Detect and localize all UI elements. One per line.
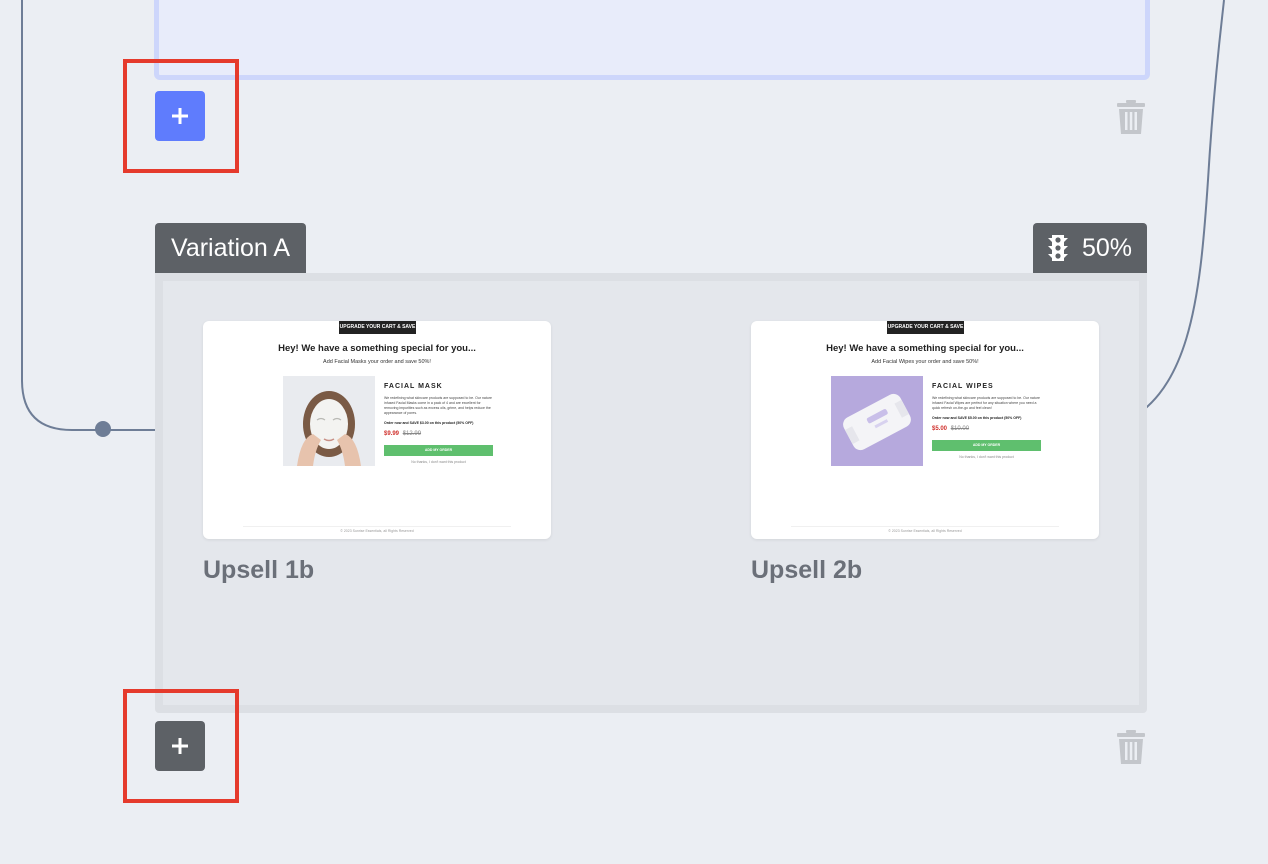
delete-variation-button-top[interactable] xyxy=(1117,100,1145,134)
step-card-upsell-1b[interactable]: UPGRADE YOUR CART & SAVE Hey! We have a … xyxy=(203,321,551,539)
variation-name: Variation A xyxy=(171,234,291,262)
preview-price-now: $9.99 xyxy=(384,431,400,437)
facial-wipes-product-image xyxy=(831,376,923,466)
preview-headline: Hey! We have a something special for you… xyxy=(826,343,1024,354)
connector-node-start xyxy=(95,421,111,437)
preview-product-section: FACIAL WIPES We redefining what skincare… xyxy=(791,376,1059,466)
preview-decline-link: No thanks, I don't want this product xyxy=(959,455,1014,459)
preview-footer: © 2023 Sunrise Essentials, all Rights Re… xyxy=(791,526,1059,539)
preview-subheadline: Add Facial Masks your order and save 50%… xyxy=(323,359,431,365)
preview-offer: Order now and SAVE $5.00 on this product… xyxy=(932,416,1022,420)
preview-price: $5.00 $10.00 xyxy=(932,426,969,432)
preview-decline-link: No thanks, I don't want this product xyxy=(411,460,466,464)
step-label-upsell-2b[interactable]: Upsell 2b xyxy=(751,556,862,585)
preview-add-order-button: ADD MY ORDER xyxy=(932,440,1041,451)
preview-banner: UPGRADE YOUR CART & SAVE xyxy=(887,321,964,334)
trash-icon xyxy=(1117,730,1145,764)
preview-product-title: FACIAL WIPES xyxy=(932,383,994,390)
variation-name-tab[interactable]: Variation A xyxy=(155,223,307,273)
preview-price: $9.99 $12.99 xyxy=(384,431,421,437)
facial-mask-product-image xyxy=(283,376,375,466)
preview-price-was: $10.00 xyxy=(950,426,970,432)
split-percent: 50% xyxy=(1081,233,1133,262)
preview-headline: Hey! We have a something special for you… xyxy=(278,343,476,354)
preview-product-section: FACIAL MASK We redefining what skincare … xyxy=(243,376,511,466)
preview-add-order-button: ADD MY ORDER xyxy=(384,445,493,456)
preview-offer: Order now and SAVE $3.00 on this product… xyxy=(384,421,474,425)
preview-footer: © 2023 Sunrise Essentials, all Rights Re… xyxy=(243,526,511,539)
preview-price-was: $12.99 xyxy=(402,431,422,437)
highlight-box-bottom xyxy=(123,689,239,803)
preview-product-title: FACIAL MASK xyxy=(384,383,443,390)
previous-variation-panel xyxy=(154,0,1150,80)
traffic-split-tab[interactable]: 50% xyxy=(1033,223,1147,273)
trash-icon xyxy=(1117,100,1145,134)
preview-subheadline: Add Facial Wipes your order and save 50%… xyxy=(871,359,979,365)
step-card-upsell-2b[interactable]: UPGRADE YOUR CART & SAVE Hey! We have a … xyxy=(751,321,1099,539)
delete-variation-button-bottom[interactable] xyxy=(1117,730,1145,764)
highlight-box-top xyxy=(123,59,239,173)
preview-description: We redefining what skincare products are… xyxy=(384,396,492,415)
step-label-upsell-1b[interactable]: Upsell 1b xyxy=(203,556,314,585)
traffic-light-icon xyxy=(1047,235,1068,261)
preview-price-now: $5.00 xyxy=(932,426,948,432)
preview-description: We redefining what skincare products are… xyxy=(932,396,1040,410)
preview-banner: UPGRADE YOUR CART & SAVE xyxy=(339,321,416,334)
